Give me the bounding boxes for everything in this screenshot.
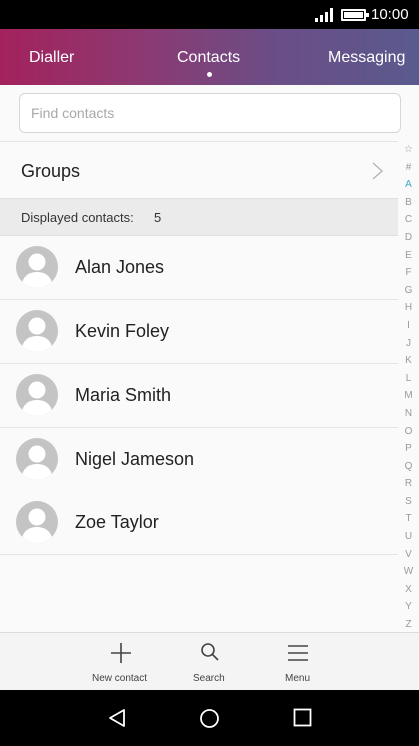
- alphabet-index-letter[interactable]: Z: [398, 616, 419, 634]
- avatar-icon: [16, 374, 58, 416]
- contact-item[interactable]: Kevin Foley: [0, 300, 398, 364]
- menu-button[interactable]: Menu: [280, 633, 316, 691]
- system-nav-bar: [0, 690, 419, 746]
- status-bar: 10:00: [0, 0, 419, 29]
- search-button[interactable]: Search: [190, 633, 230, 691]
- contacts-count-value: 5: [154, 210, 162, 225]
- chevron-right-icon: [372, 162, 384, 180]
- contacts-count-bar: Displayed contacts: 5: [0, 198, 398, 236]
- alphabet-index-letter[interactable]: U: [398, 528, 419, 546]
- new-contact-button[interactable]: New contact: [90, 633, 152, 691]
- home-icon[interactable]: [199, 708, 220, 729]
- search-label: Search: [193, 673, 225, 684]
- tab-bar: Dialler Contacts Messaging: [0, 29, 419, 85]
- search-icon: [201, 643, 219, 661]
- alphabet-index-letter[interactable]: R: [398, 475, 419, 493]
- avatar-icon: [16, 501, 58, 543]
- alphabet-index-letter[interactable]: N: [398, 405, 419, 423]
- contact-name: Maria Smith: [75, 385, 172, 405]
- active-tab-indicator: [207, 72, 212, 77]
- contact-item[interactable]: Alan Jones: [0, 236, 398, 300]
- alphabet-index-letter[interactable]: Q: [398, 458, 419, 476]
- new-contact-label: New contact: [92, 673, 148, 684]
- alphabet-index-letter[interactable]: E: [398, 247, 419, 265]
- alphabet-index-letter[interactable]: L: [398, 370, 419, 388]
- alphabet-index-letter[interactable]: X: [398, 581, 419, 599]
- contact-item[interactable]: Zoe Taylor: [0, 491, 398, 555]
- alphabet-index-letter[interactable]: C: [398, 211, 419, 229]
- groups-label: Groups: [21, 161, 81, 181]
- alphabet-index-letter[interactable]: B: [398, 194, 419, 212]
- recents-icon[interactable]: [293, 708, 312, 727]
- tab-messaging[interactable]: Messaging: [328, 49, 405, 67]
- alphabet-index-letter[interactable]: P: [398, 440, 419, 458]
- contact-item[interactable]: Nigel Jameson: [0, 428, 398, 492]
- alphabet-index-letter[interactable]: D: [398, 229, 419, 247]
- menu-label: Menu: [285, 673, 311, 684]
- search-input[interactable]: [20, 94, 400, 132]
- alphabet-index-letter[interactable]: K: [398, 352, 419, 370]
- contact-name: Kevin Foley: [75, 321, 170, 341]
- contact-name: Zoe Taylor: [75, 512, 159, 532]
- tab-dialler[interactable]: Dialler: [29, 49, 74, 67]
- signal-icon: [315, 8, 333, 22]
- bottom-action-bar: New contact Search Menu: [0, 632, 419, 690]
- alphabet-index-letter[interactable]: G: [398, 282, 419, 300]
- groups-row[interactable]: Groups: [0, 141, 398, 198]
- avatar-icon: [16, 438, 58, 480]
- back-icon[interactable]: [107, 708, 127, 728]
- alphabet-index-letter[interactable]: T: [398, 510, 419, 528]
- contact-name: Nigel Jameson: [75, 449, 195, 469]
- avatar-icon: [16, 310, 58, 352]
- tab-contacts[interactable]: Contacts: [177, 49, 240, 67]
- alphabet-index-letter[interactable]: ☆: [398, 141, 419, 159]
- alphabet-index-letter[interactable]: O: [398, 423, 419, 441]
- alphabet-index-letter[interactable]: V: [398, 546, 419, 564]
- alphabet-index-letter[interactable]: F: [398, 264, 419, 282]
- alphabet-index-letter[interactable]: S: [398, 493, 419, 511]
- avatar-icon: [16, 246, 58, 288]
- contacts-count-label: Displayed contacts:: [21, 210, 134, 225]
- alphabet-index-letter[interactable]: Y: [398, 598, 419, 616]
- contact-name: Alan Jones: [75, 257, 165, 277]
- plus-icon: [111, 643, 131, 663]
- alphabet-index-letter[interactable]: H: [398, 299, 419, 317]
- search-area: [0, 85, 419, 141]
- status-time: 10:00: [371, 6, 409, 23]
- contact-item[interactable]: Maria Smith: [0, 364, 398, 428]
- alphabet-index-letter[interactable]: I: [398, 317, 419, 335]
- alphabet-index-letter[interactable]: J: [398, 335, 419, 353]
- search-box: [19, 93, 401, 133]
- menu-icon: [288, 645, 308, 661]
- battery-icon: [341, 9, 369, 21]
- alphabet-index[interactable]: ☆ # A B C D E F G H I J K L M N O P Q R S T U V W X Y Z: [398, 141, 419, 633]
- alphabet-index-letter[interactable]: A: [398, 176, 419, 194]
- alphabet-index-letter[interactable]: W: [398, 563, 419, 581]
- alphabet-index-letter[interactable]: #: [398, 159, 419, 177]
- alphabet-index-letter[interactable]: M: [398, 387, 419, 405]
